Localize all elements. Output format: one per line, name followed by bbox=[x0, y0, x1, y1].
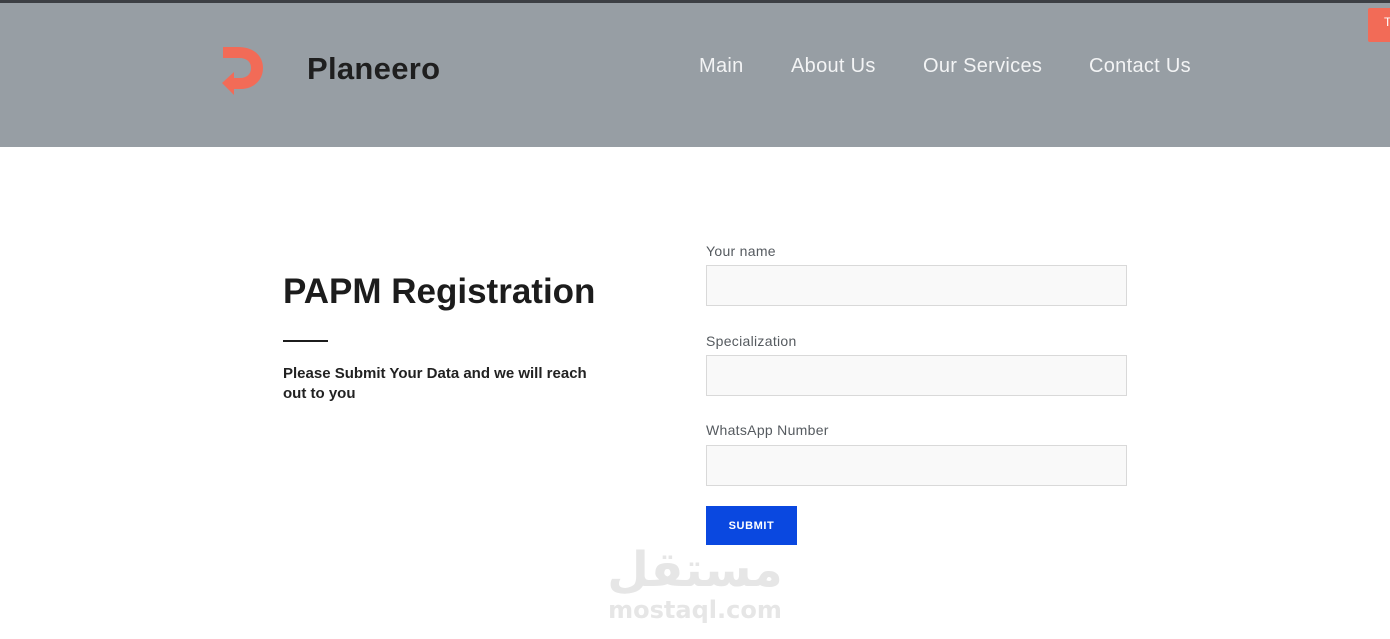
watermark-latin: mostaql.com bbox=[608, 596, 782, 624]
planeero-logo-icon[interactable] bbox=[218, 41, 266, 97]
watermark-arabic: مستقل bbox=[607, 542, 783, 598]
nav-about-us[interactable]: About Us bbox=[791, 55, 876, 78]
nav-main[interactable]: Main bbox=[699, 55, 744, 78]
whatsapp-label: WhatsApp Number bbox=[706, 422, 829, 438]
nav-contact-us[interactable]: Contact Us bbox=[1089, 55, 1191, 78]
page-title: PAPM Registration bbox=[283, 272, 596, 311]
specialization-label: Specialization bbox=[706, 333, 797, 349]
page-subtitle: Please Submit Your Data and we will reac… bbox=[283, 365, 587, 402]
floating-side-tab[interactable]: T bbox=[1368, 8, 1390, 42]
site-header: Planeero Main About Us Our Services Cont… bbox=[0, 3, 1390, 147]
name-label: Your name bbox=[706, 243, 776, 259]
brand-name[interactable]: Planeero bbox=[307, 51, 440, 87]
mostaql-watermark: مستقل mostaql.com bbox=[600, 540, 790, 635]
side-tab-glyph: T bbox=[1384, 15, 1390, 29]
specialization-input[interactable] bbox=[706, 355, 1127, 396]
whatsapp-input[interactable] bbox=[706, 445, 1127, 486]
title-divider bbox=[283, 340, 328, 342]
name-input[interactable] bbox=[706, 265, 1127, 306]
nav-our-services[interactable]: Our Services bbox=[923, 55, 1042, 78]
